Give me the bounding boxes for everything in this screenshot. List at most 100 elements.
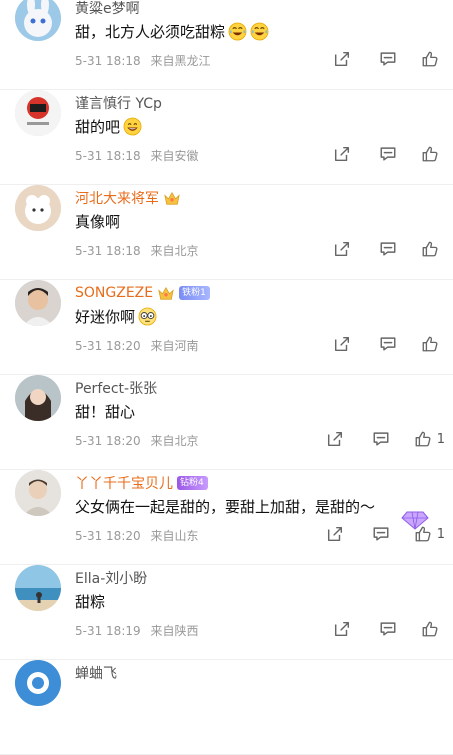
comment-text: 甜，北方人必须吃甜粽 — [75, 21, 269, 42]
comment-meta: 5-31 18:18 来自安徽 — [75, 147, 198, 164]
like-button[interactable] — [419, 333, 445, 355]
comment-body: 甜，北方人必须吃甜粽 — [75, 23, 226, 41]
comment-icon[interactable] — [370, 523, 392, 545]
avatar[interactable] — [15, 185, 61, 231]
comment-date: 5-31 18:18 — [75, 149, 141, 163]
like-button[interactable] — [419, 48, 445, 70]
comment-location: 来自山东 — [150, 529, 199, 543]
username[interactable]: 河北大来将军 — [75, 188, 159, 208]
comment-list: 黄粱e梦啊 甜，北方人必须吃甜粽 5-31 18:18 来自黑龙江 谨言慎行 Y… — [0, 0, 453, 755]
comment-actions — [307, 618, 445, 640]
comment-body: 真像啊 — [75, 213, 121, 231]
comment-actions — [307, 238, 445, 260]
comment-body: 父女俩在一起是甜的，要甜上加甜，是甜的～ — [75, 498, 376, 516]
name-row: SONGZEZE 铁粉1 — [75, 282, 210, 304]
comment-item: 河北大来将军 真像啊 5-31 18:18 来自北京 — [0, 185, 453, 280]
comment-location: 来自陕西 — [150, 624, 199, 638]
glasses-emoji — [138, 307, 157, 326]
share-icon[interactable] — [324, 523, 346, 545]
comment-location: 来自河南 — [150, 339, 199, 353]
username[interactable]: 丫丫千千宝贝儿 — [75, 473, 173, 493]
comment-date: 5-31 18:20 — [75, 529, 141, 543]
avatar[interactable] — [15, 90, 61, 136]
comment-date: 5-31 18:20 — [75, 339, 141, 353]
thumbs-up-icon[interactable] — [419, 618, 441, 640]
share-icon[interactable] — [331, 48, 353, 70]
comment-meta: 5-31 18:19 来自陕西 — [75, 622, 198, 639]
comment-text: 甜粽 — [75, 591, 105, 612]
username[interactable]: 黄粱e梦啊 — [75, 0, 140, 18]
name-row: 河北大来将军 — [75, 187, 181, 209]
crown-icon — [157, 285, 175, 301]
username[interactable]: Perfect-张张 — [75, 378, 157, 398]
comment-text: 好迷你啊 — [75, 306, 157, 327]
name-row: 黄粱e梦啊 — [75, 0, 140, 19]
comment-location: 来自安徽 — [150, 149, 199, 163]
laugh-cry-emoji — [250, 22, 269, 41]
share-icon[interactable] — [331, 238, 353, 260]
comment-item: 丫丫千千宝贝儿 钻粉4 父女俩在一起是甜的，要甜上加甜，是甜的～ 5-31 18… — [0, 470, 453, 565]
comment-item: 谨言慎行 YCp 甜的吧 5-31 18:18 来自安徽 — [0, 90, 453, 185]
comment-location: 来自北京 — [150, 244, 199, 258]
comment-date: 5-31 18:19 — [75, 624, 141, 638]
like-count: 1 — [436, 431, 445, 447]
comment-meta: 5-31 18:20 来自山东 — [75, 527, 198, 544]
like-button[interactable]: 1 — [412, 523, 445, 545]
comment-icon[interactable] — [377, 143, 399, 165]
comment-item: 黄粱e梦啊 甜，北方人必须吃甜粽 5-31 18:18 来自黑龙江 — [0, 0, 453, 90]
thumbs-up-icon[interactable] — [419, 48, 441, 70]
comment-item: Ella-刘小盼 甜粽 5-31 18:19 来自陕西 — [0, 565, 453, 660]
comment-actions: 1 — [300, 523, 445, 545]
name-row: 蝉蛐飞 — [75, 662, 117, 684]
username[interactable]: Ella-刘小盼 — [75, 568, 147, 588]
thumbs-up-icon[interactable] — [412, 428, 434, 450]
thumbs-up-icon[interactable] — [419, 238, 441, 260]
comment-date: 5-31 18:18 — [75, 244, 141, 258]
comment-icon[interactable] — [377, 238, 399, 260]
like-button[interactable] — [419, 238, 445, 260]
comment-item: SONGZEZE 铁粉1 好迷你啊 5-31 18:20 来自河南 — [0, 280, 453, 375]
grin-emoji — [123, 117, 142, 136]
comment-icon[interactable] — [377, 618, 399, 640]
comment-text: 甜！甜心 — [75, 401, 135, 422]
name-row: 谨言慎行 YCp — [75, 92, 162, 114]
comment-text: 甜的吧 — [75, 116, 142, 137]
thumbs-up-icon[interactable] — [412, 523, 434, 545]
comment-icon[interactable] — [377, 333, 399, 355]
username[interactable]: 谨言慎行 YCp — [75, 93, 162, 113]
fan-badge: 铁粉1 — [179, 286, 210, 300]
avatar[interactable] — [15, 280, 61, 326]
diamond-fan-badge: 钻粉4 — [177, 476, 208, 490]
like-button[interactable] — [419, 618, 445, 640]
comment-icon[interactable] — [370, 428, 392, 450]
avatar[interactable] — [15, 565, 61, 611]
share-icon[interactable] — [331, 333, 353, 355]
like-button[interactable] — [419, 143, 445, 165]
comment-item: Perfect-张张 甜！甜心 5-31 18:20 来自北京 1 — [0, 375, 453, 470]
thumbs-up-icon[interactable] — [419, 143, 441, 165]
share-icon[interactable] — [331, 618, 353, 640]
username[interactable]: SONGZEZE — [75, 285, 153, 301]
comment-icon[interactable] — [377, 48, 399, 70]
comment-meta: 5-31 18:18 来自黑龙江 — [75, 52, 210, 69]
name-row: Perfect-张张 — [75, 377, 157, 399]
username[interactable]: 蝉蛐飞 — [75, 663, 117, 683]
comment-body: 好迷你啊 — [75, 308, 136, 326]
comment-date: 5-31 18:18 — [75, 54, 141, 68]
comment-location: 来自北京 — [150, 434, 199, 448]
comment-location: 来自黑龙江 — [150, 54, 211, 68]
share-icon[interactable] — [331, 143, 353, 165]
comment-date: 5-31 18:20 — [75, 434, 141, 448]
comment-meta: 5-31 18:20 来自河南 — [75, 337, 198, 354]
like-button[interactable]: 1 — [412, 428, 445, 450]
name-row: Ella-刘小盼 — [75, 567, 147, 589]
share-icon[interactable] — [324, 428, 346, 450]
thumbs-up-icon[interactable] — [419, 333, 441, 355]
avatar[interactable] — [15, 375, 61, 421]
avatar[interactable] — [15, 470, 61, 516]
avatar[interactable] — [15, 660, 61, 706]
avatar[interactable] — [15, 0, 61, 41]
comment-text: 真像啊 — [75, 211, 120, 232]
comment-meta: 5-31 18:18 来自北京 — [75, 242, 198, 259]
comment-actions — [307, 48, 445, 70]
